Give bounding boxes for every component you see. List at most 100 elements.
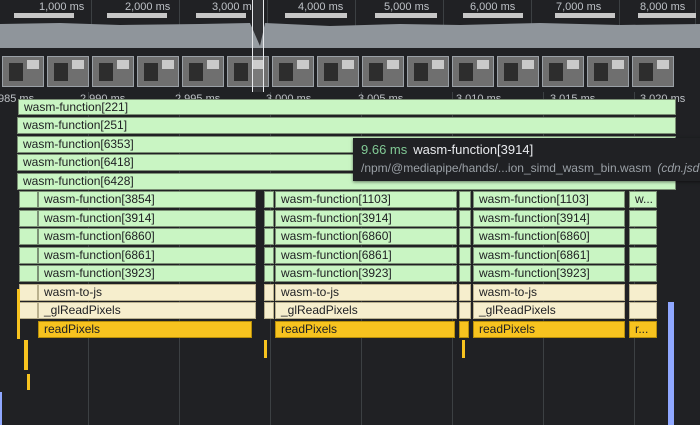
flame-bar-wasm[interactable] — [459, 191, 471, 208]
screenshot-thumbnail[interactable] — [317, 56, 359, 87]
flame-bar-wasm[interactable] — [264, 191, 274, 208]
flame-bar-wasm[interactable] — [19, 191, 38, 208]
screenshot-thumbnail[interactable] — [92, 56, 134, 87]
cpu-usage-graph — [0, 23, 700, 48]
flame-bar-paint[interactable]: readPixels — [275, 321, 455, 338]
overview-activity-mark — [107, 13, 167, 18]
flame-bar-wasm[interactable]: wasm-function[3854] — [38, 191, 256, 208]
flame-bar-wasm[interactable]: wasm-function[221] — [18, 99, 676, 115]
flame-bar-wasm[interactable]: wasm-function[1103] — [275, 191, 457, 208]
flame-bar-js[interactable] — [629, 302, 657, 319]
flame-bar-wasm[interactable]: w... — [629, 191, 657, 208]
selection-window[interactable] — [252, 0, 264, 92]
overview-activity-mark — [463, 13, 523, 18]
flame-bar-wasm[interactable]: wasm-function[6861] — [275, 247, 457, 264]
flame-bar-wasm[interactable]: wasm-function[3914] — [473, 210, 625, 227]
flame-bar-wasm[interactable]: wasm-function[6860] — [473, 228, 625, 245]
overview-tick-label: 3,000 m — [212, 1, 252, 13]
flame-bar-wasm[interactable] — [459, 228, 471, 245]
flame-bar-js[interactable] — [264, 284, 274, 301]
overview-activity-mark — [638, 13, 696, 18]
flame-bar-wasm[interactable] — [19, 265, 38, 282]
overview-activity-mark — [196, 13, 246, 18]
flame-sliver-paint[interactable] — [24, 340, 28, 370]
flame-bar-wasm[interactable]: wasm-function[6860] — [38, 228, 256, 245]
flame-sliver-other[interactable] — [668, 302, 674, 425]
flame-bar-paint[interactable]: r... — [629, 321, 657, 338]
flame-bar-paint[interactable] — [459, 321, 469, 338]
flame-bar-js[interactable] — [629, 284, 657, 301]
flame-bar-wasm[interactable] — [459, 265, 471, 282]
screenshot-thumbnail[interactable] — [587, 56, 629, 87]
flame-sliver-paint[interactable] — [462, 340, 465, 358]
overview-activity-mark — [555, 13, 615, 18]
tooltip-url: /npm/@mediapipe/hands/...ion_simd_wasm_b… — [361, 161, 652, 175]
flame-bar-paint[interactable]: readPixels — [473, 321, 625, 338]
flame-sliver-paint[interactable] — [17, 289, 20, 339]
screenshot-thumbnail[interactable] — [452, 56, 494, 87]
flame-bar-js[interactable]: _glReadPixels — [38, 302, 256, 319]
flame-bar-wasm[interactable] — [264, 247, 274, 264]
flame-bar-js[interactable]: _glReadPixels — [275, 302, 457, 319]
screenshot-thumbnail[interactable] — [47, 56, 89, 87]
tooltip-duration: 9.66 ms — [361, 142, 408, 157]
flame-bar-wasm[interactable] — [264, 228, 274, 245]
flame-bar-wasm[interactable] — [264, 210, 274, 227]
flame-bar-wasm[interactable] — [629, 265, 657, 282]
timeline-overview[interactable]: 1,000 ms 2,000 ms 3,000 m 4,000 ms 5,000… — [0, 0, 700, 92]
flame-bar-wasm[interactable]: wasm-function[6860] — [275, 228, 457, 245]
overview-tick-label: 5,000 ms — [384, 1, 430, 13]
overview-activity-mark — [285, 13, 347, 18]
screenshot-thumbnail[interactable] — [137, 56, 179, 87]
screenshot-thumbnail[interactable] — [182, 56, 224, 87]
flame-bar-wasm[interactable]: wasm-function[251] — [17, 117, 676, 134]
screenshot-thumbnail[interactable] — [632, 56, 674, 87]
overview-tick-label: 7,000 ms — [556, 1, 602, 13]
overview-tick-label: 2,000 ms — [125, 1, 171, 13]
overview-tick-label: 8,000 ms — [640, 1, 686, 13]
tooltip-function-name: wasm-function[3914] — [413, 142, 534, 157]
flame-sliver-paint[interactable] — [264, 340, 267, 358]
flame-bar-js[interactable]: wasm-to-js — [473, 284, 625, 301]
flame-bar-wasm[interactable]: wasm-function[3923] — [275, 265, 457, 282]
flame-bar-js[interactable]: wasm-to-js — [275, 284, 457, 301]
flame-bar-wasm[interactable] — [629, 228, 657, 245]
flame-bar-paint[interactable]: readPixels — [38, 321, 252, 338]
flame-bar-js[interactable] — [19, 284, 38, 301]
flame-bar-wasm[interactable] — [459, 210, 471, 227]
flame-bar-wasm[interactable] — [19, 228, 38, 245]
overview-tick-label: 1,000 ms — [39, 1, 85, 13]
screenshot-thumbnail[interactable] — [407, 56, 449, 87]
overview-activity-mark — [375, 13, 437, 18]
screenshot-thumbnail[interactable] — [362, 56, 404, 87]
flame-bar-wasm[interactable] — [19, 210, 38, 227]
flame-bar-wasm[interactable] — [629, 247, 657, 264]
flame-bar-wasm[interactable]: wasm-function[3923] — [38, 265, 256, 282]
flame-bar-wasm[interactable] — [19, 247, 38, 264]
flame-bar-wasm[interactable]: wasm-function[6861] — [38, 247, 256, 264]
flame-tooltip: 9.66 ms wasm-function[3914] /npm/@mediapi… — [353, 138, 700, 181]
flame-bar-js[interactable] — [459, 302, 471, 319]
flame-bar-wasm[interactable]: wasm-function[3914] — [38, 210, 256, 227]
flame-bar-wasm[interactable] — [629, 210, 657, 227]
flame-bar-wasm[interactable]: wasm-function[3914] — [275, 210, 457, 227]
flame-bar-js[interactable]: wasm-to-js — [38, 284, 256, 301]
overview-activity-mark — [14, 13, 74, 18]
flame-bar-js[interactable]: _glReadPixels — [473, 302, 625, 319]
screenshot-thumbnail[interactable] — [272, 56, 314, 87]
flame-sliver-paint[interactable] — [27, 374, 30, 390]
screenshot-thumbnail[interactable] — [497, 56, 539, 87]
flame-bar-wasm[interactable] — [459, 247, 471, 264]
flame-bar-wasm[interactable]: wasm-function[1103] — [473, 191, 625, 208]
flame-bar-wasm[interactable]: wasm-function[6861] — [473, 247, 625, 264]
flame-bar-js[interactable] — [19, 302, 38, 319]
screenshot-thumbnail[interactable] — [542, 56, 584, 87]
flame-bar-wasm[interactable]: wasm-function[3923] — [473, 265, 625, 282]
flame-bar-js[interactable] — [459, 284, 471, 301]
overview-tick-label: 4,000 ms — [298, 1, 344, 13]
flame-bar-js[interactable] — [264, 302, 274, 319]
flame-sliver-other[interactable] — [0, 392, 2, 425]
screenshot-filmstrip[interactable] — [0, 56, 700, 89]
screenshot-thumbnail[interactable] — [2, 56, 44, 87]
flame-bar-wasm[interactable] — [264, 265, 274, 282]
